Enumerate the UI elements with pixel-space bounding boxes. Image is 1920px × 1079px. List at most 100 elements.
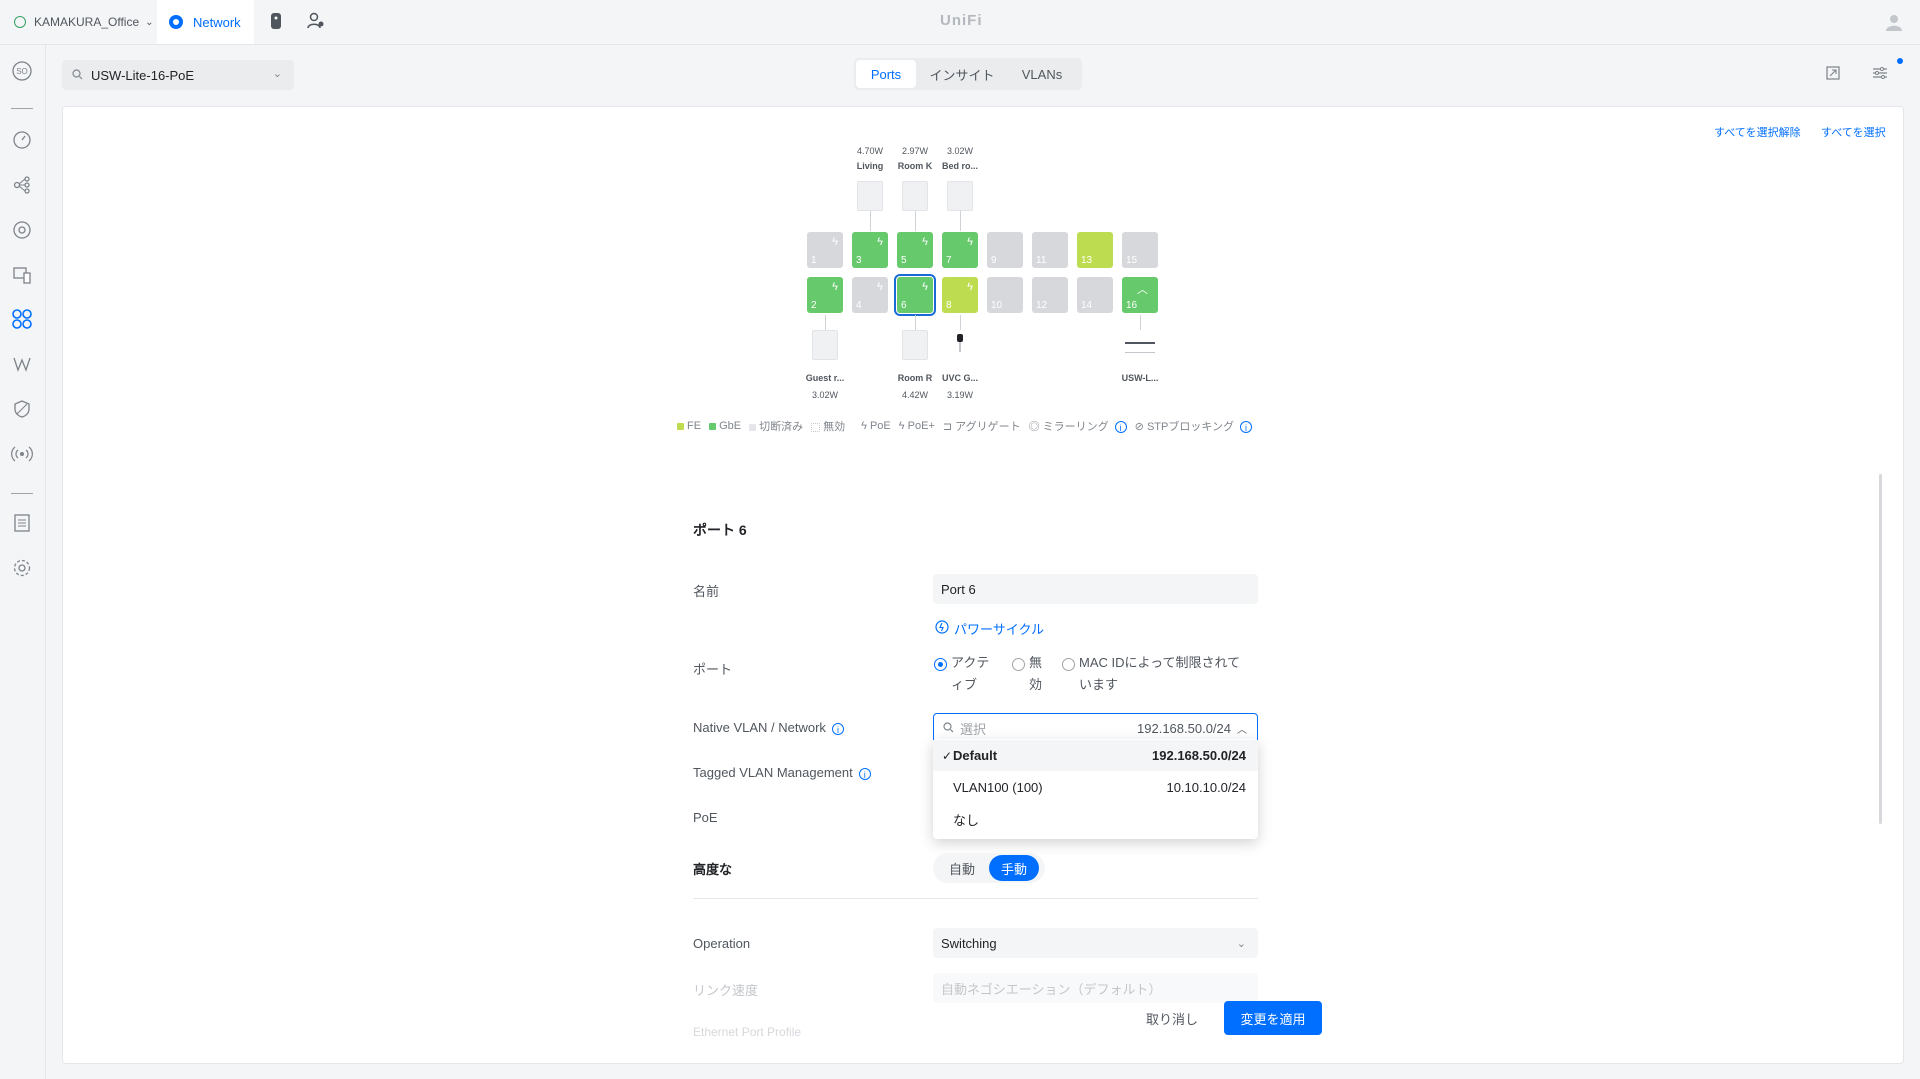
advanced-auto-option[interactable]: 自動: [935, 855, 989, 881]
port-number: 12: [1036, 300, 1048, 311]
cancel-button[interactable]: 取り消し: [1140, 1003, 1204, 1033]
port-8[interactable]: 8ϟ: [942, 277, 978, 313]
select-all-link[interactable]: すべてを選択: [1821, 124, 1886, 140]
access-point-thumbnail[interactable]: [902, 330, 928, 360]
access-point-thumbnail[interactable]: [902, 181, 928, 211]
device-power: 3.02W: [946, 146, 973, 156]
port-number: 1: [811, 255, 817, 266]
blocked-icon: ⊘: [1134, 421, 1147, 433]
shield-icon[interactable]: [11, 398, 33, 420]
port-3[interactable]: 3ϟ: [852, 232, 888, 268]
radio-button[interactable]: [1062, 658, 1075, 671]
network-app-tab[interactable]: Network: [157, 0, 254, 44]
site-name: KAMAKURA_Office: [34, 15, 140, 29]
radio-mac-restricted[interactable]: MAC IDによって制限されています: [1062, 655, 1262, 696]
vlan-dropdown: ✓ Default 192.168.50.0/24 VLAN100 (100) …: [933, 739, 1258, 839]
link-speed-select[interactable]: 自動ネゴシエーション（デフォルト）: [933, 973, 1258, 1003]
filter-settings-icon[interactable]: [1872, 66, 1888, 85]
port-4[interactable]: 4ϟ: [852, 277, 888, 313]
device-name: Bed ro...: [941, 161, 978, 171]
radio-button[interactable]: [1012, 658, 1025, 671]
port-2[interactable]: 2ϟ: [807, 277, 843, 313]
power-cycle-button[interactable]: パワーサイクル: [935, 619, 1044, 638]
port-10[interactable]: 10: [987, 277, 1023, 313]
port-number: 14: [1081, 300, 1093, 311]
tab-vlans[interactable]: VLANs: [1008, 60, 1076, 88]
speedometer-icon[interactable]: [11, 129, 33, 151]
insights-icon[interactable]: [11, 353, 33, 375]
aggregate-icon: ⊐: [942, 421, 956, 433]
info-icon[interactable]: i: [1114, 421, 1127, 434]
deselect-all-link[interactable]: すべてを選択解除: [1714, 124, 1801, 140]
port-14[interactable]: 14: [1077, 277, 1113, 313]
poe-label: PoE: [693, 810, 718, 825]
info-icon[interactable]: i: [1240, 421, 1253, 434]
legend-stp: ⊘ STPブロッキング i: [1134, 418, 1253, 434]
sidebar-divider: [11, 108, 33, 109]
chevron-up-icon: ︿: [1237, 724, 1247, 736]
legend-disconnected: 切断済み: [749, 418, 803, 434]
brand-logo: UniFi: [940, 12, 983, 29]
access-point-thumbnail[interactable]: [947, 181, 973, 211]
info-icon[interactable]: i: [831, 722, 844, 735]
checkmark-icon: ✓: [942, 748, 953, 763]
port-16[interactable]: 16 ︿: [1122, 277, 1158, 313]
topology-icon[interactable]: [11, 174, 33, 196]
access-point-thumbnail[interactable]: [857, 181, 883, 211]
port-13[interactable]: 13: [1077, 232, 1113, 268]
port-5[interactable]: 5ϟ: [897, 232, 933, 268]
scrollbar[interactable]: [1879, 474, 1882, 824]
settings-gear-icon[interactable]: [11, 557, 33, 579]
devices-icon[interactable]: [11, 219, 33, 241]
link-line: [960, 315, 961, 330]
radio-disabled[interactable]: 無効: [1012, 655, 1062, 696]
chevron-down-icon: ⌄: [272, 68, 282, 80]
clients-icon[interactable]: [11, 264, 33, 286]
legend-poe-plus: ϟ PoE+: [898, 420, 935, 432]
wifi-broadcast-icon[interactable]: [11, 443, 33, 465]
user-avatar-icon[interactable]: [1884, 12, 1904, 32]
link-line: [870, 211, 871, 231]
device-selector-value: USW-Lite-16-PoE: [91, 67, 195, 83]
radio-button[interactable]: [934, 658, 947, 671]
dropdown-option-none[interactable]: なし: [933, 804, 1258, 835]
port-12[interactable]: 12: [1032, 277, 1068, 313]
name-input[interactable]: Port 6: [933, 574, 1258, 604]
port-title: ポート 6: [693, 522, 747, 538]
tagged-vlan-label: Tagged VLAN Management i: [693, 765, 871, 780]
expand-icon[interactable]: [1826, 66, 1840, 85]
dropdown-option-default[interactable]: ✓ Default 192.168.50.0/24: [933, 740, 1258, 771]
camera-icon[interactable]: [952, 332, 968, 363]
radio-active[interactable]: アクティブ: [934, 655, 1012, 696]
tab-insights[interactable]: インサイト: [916, 60, 1008, 88]
port-9[interactable]: 9: [987, 232, 1023, 268]
access-point-thumbnail[interactable]: [812, 330, 838, 360]
switch-thumbnail[interactable]: [1125, 342, 1155, 353]
fe-swatch: [677, 422, 684, 430]
advanced-manual-option[interactable]: 手動: [989, 855, 1039, 881]
access-icon[interactable]: [266, 12, 286, 32]
site-switcher[interactable]: KAMAKURA_Office ⌄: [0, 0, 154, 44]
port-7[interactable]: 7ϟ: [942, 232, 978, 268]
dropdown-option-vlan100[interactable]: VLAN100 (100) 10.10.10.0/24: [933, 772, 1258, 803]
port-6[interactable]: 6ϟ: [894, 274, 936, 316]
user-settings-icon[interactable]: [306, 12, 326, 32]
chevron-down-icon: ⌄: [145, 16, 154, 28]
operation-select[interactable]: Switching ⌄: [933, 928, 1258, 958]
ports-icon[interactable]: [11, 308, 33, 330]
port-label: ポート: [693, 662, 733, 677]
logs-icon[interactable]: [11, 512, 33, 534]
tab-ports[interactable]: Ports: [856, 60, 916, 88]
apply-changes-button[interactable]: 変更を適用: [1224, 1001, 1322, 1035]
port-11[interactable]: 11: [1032, 232, 1068, 268]
top-bar: KAMAKURA_Office ⌄ Network UniFi: [0, 0, 1920, 45]
port-1[interactable]: 1ϟ: [807, 232, 843, 268]
port-15[interactable]: 15: [1122, 232, 1158, 268]
dashboard-icon[interactable]: SO: [11, 60, 33, 82]
globe-icon: [14, 16, 26, 28]
svg-text:SO: SO: [16, 67, 28, 76]
info-icon[interactable]: i: [858, 767, 871, 780]
device-selector[interactable]: USW-Lite-16-PoE ⌄: [62, 60, 294, 90]
notification-dot: [1897, 58, 1903, 64]
device-power: 3.02W: [811, 390, 838, 400]
